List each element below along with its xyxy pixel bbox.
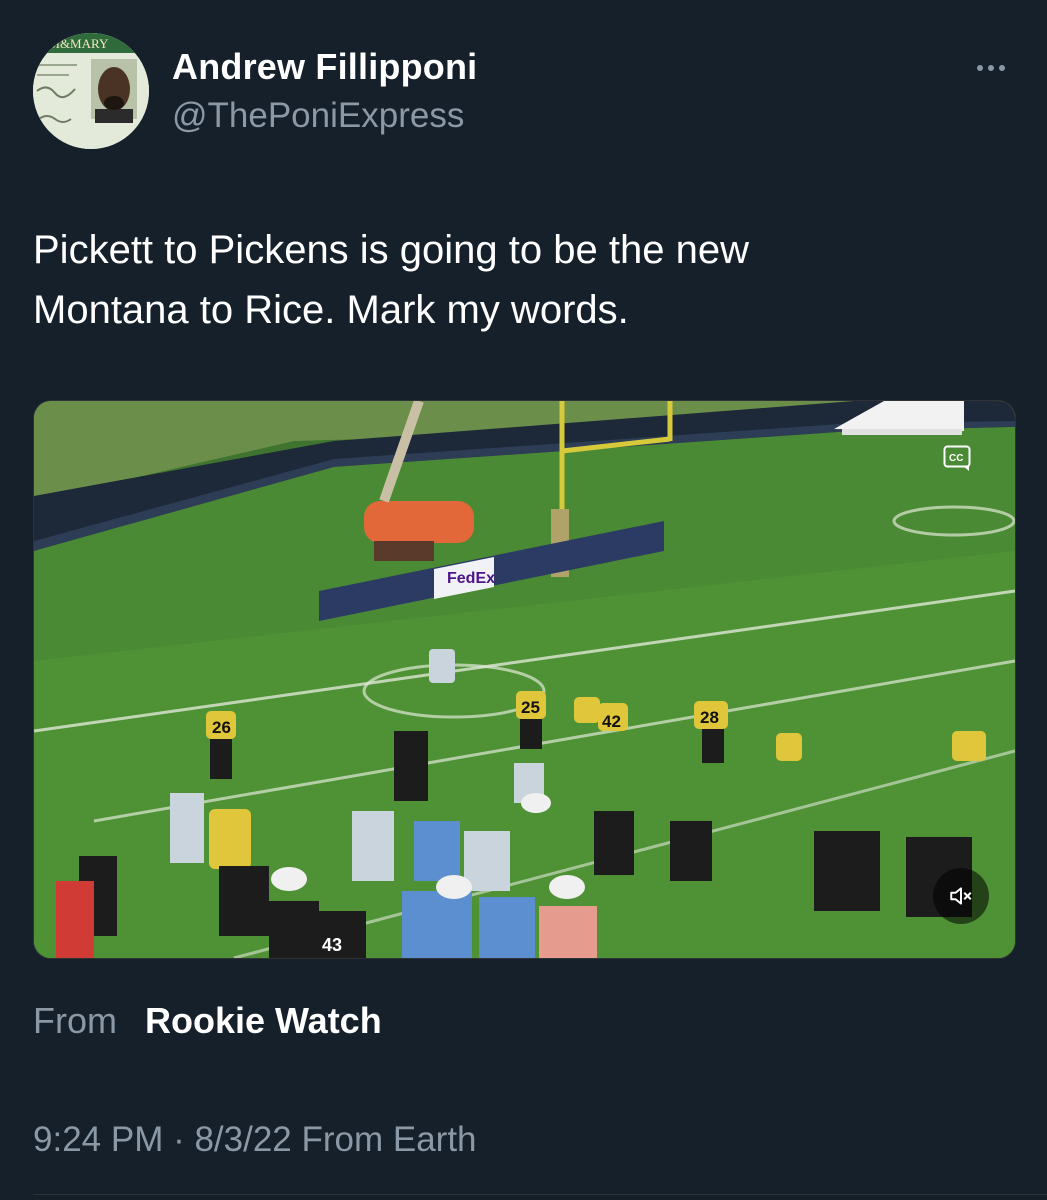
jersey-number: 26	[212, 718, 231, 737]
tweet-timestamp[interactable]: 9:24 PM · 8/3/22 From Earth	[33, 1120, 477, 1160]
video-frame: 26 25 42 28 43 FedEx	[34, 401, 1015, 958]
divider	[33, 1194, 1047, 1195]
more-dot	[999, 65, 1005, 71]
tweet-text: Pickett to Pickens is going to be the ne…	[33, 228, 749, 332]
mute-icon	[950, 887, 972, 905]
avatar-image: AM&MARY	[33, 33, 149, 149]
jersey-number: 42	[602, 712, 621, 731]
source-link[interactable]: Rookie Watch	[145, 1000, 382, 1042]
author-name[interactable]: Andrew Fillipponi	[172, 46, 477, 88]
mute-button[interactable]	[933, 868, 989, 924]
banner-brand-text: FedEx	[447, 570, 495, 587]
more-dot	[977, 65, 983, 71]
jersey-number: 43	[322, 935, 342, 955]
source-row: From Rookie Watch	[33, 1000, 382, 1042]
svg-text:CC: CC	[949, 453, 963, 464]
avatar[interactable]: AM&MARY	[33, 33, 149, 149]
jersey-number: 25	[521, 698, 540, 717]
more-options-button[interactable]	[966, 50, 1016, 86]
closed-captions-icon[interactable]: CC	[943, 445, 971, 471]
jersey-number: 28	[700, 708, 719, 727]
video-player[interactable]: 26 25 42 28 43 FedEx CC	[33, 400, 1016, 959]
author-handle[interactable]: @ThePoniExpress	[172, 96, 464, 136]
more-dot	[988, 65, 994, 71]
source-prefix: From	[33, 1000, 117, 1041]
avatar-card-text: AM&MARY	[39, 36, 109, 51]
